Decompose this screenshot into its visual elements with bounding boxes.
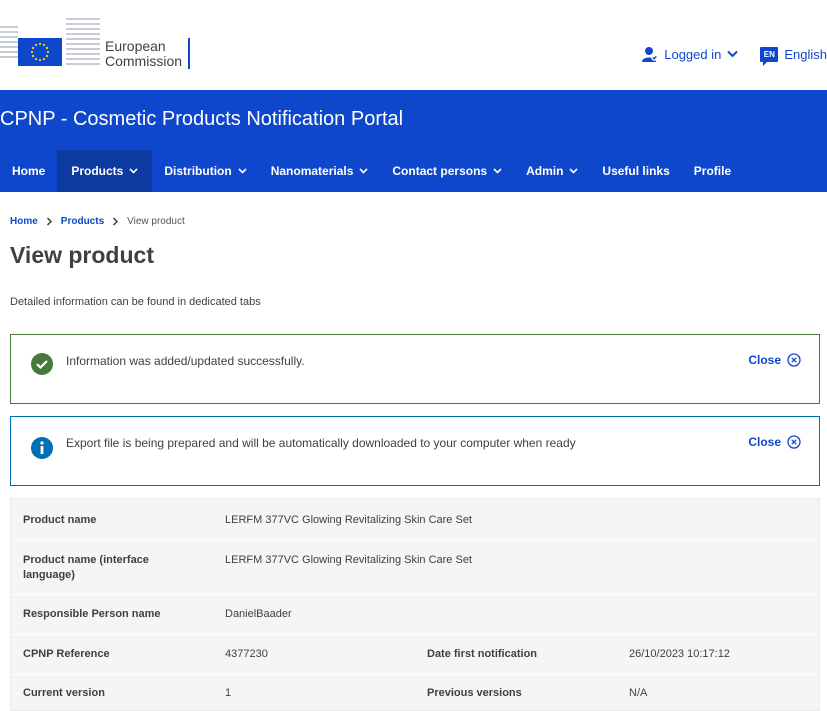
breadcrumb: Home Products View product (10, 216, 185, 227)
current-version-value: 1 (225, 687, 232, 699)
nav-profile[interactable]: Profile (682, 150, 743, 192)
previous-versions-value: N/A (629, 687, 648, 699)
success-close-button[interactable]: Close (748, 353, 801, 367)
chevron-down-icon (359, 168, 368, 174)
chevron-down-icon (727, 50, 739, 58)
main-navigation: Home Products Distribution Nanomaterials… (0, 150, 743, 192)
date-first-notification-value: 26/10/2023 10:17:12 (629, 648, 730, 660)
cpnp-reference-label: CPNP Reference (23, 648, 110, 660)
current-version-label: Current version (23, 687, 105, 699)
logged-in-label: Logged in (664, 46, 722, 62)
chevron-down-icon (493, 168, 502, 174)
page-title: View product (10, 242, 154, 268)
nav-label: Nanomaterials (270, 164, 354, 178)
date-first-notification-label: Date first notification (427, 648, 538, 660)
chevron-down-icon (238, 168, 247, 174)
nav-home[interactable]: Home (0, 150, 57, 192)
logo-building-decoration (66, 18, 100, 70)
cpnp-reference-value: 4377230 (225, 648, 268, 660)
breadcrumb-home[interactable]: Home (10, 216, 38, 227)
breadcrumb-current: View product (127, 216, 185, 227)
nav-products[interactable]: Products (57, 150, 153, 192)
product-name-interface-value: LERFM 377VC Glowing Revitalizing Skin Ca… (225, 554, 472, 566)
nav-label: Admin (526, 164, 564, 178)
user-icon (642, 47, 659, 62)
nav-distribution[interactable]: Distribution (152, 150, 258, 192)
success-message-text: Information was added/updated successful… (66, 354, 305, 368)
previous-versions-label: Previous versions (427, 687, 522, 699)
site-title[interactable]: CPNP - Cosmetic Products Notification Po… (0, 108, 403, 131)
site-header: European Commission Logged in EN English (0, 0, 827, 90)
language-icon: EN (760, 46, 779, 66)
nav-label: Distribution (164, 164, 232, 178)
chevron-down-icon (569, 168, 578, 174)
responsible-person-value: DanielBaader (225, 608, 292, 620)
product-name-interface-label: Product name (interface language) (23, 554, 149, 581)
logo-text: European Commission (105, 39, 182, 69)
logo-line-2: Commission (105, 53, 183, 69)
row-responsible-person: Responsible Person name DanielBaader (11, 594, 819, 634)
close-icon (787, 353, 801, 367)
check-circle-icon (31, 353, 53, 375)
logo-line-1: European (105, 38, 166, 54)
header-tools: Logged in EN English (642, 44, 827, 66)
chevron-right-icon (113, 217, 119, 226)
nav-label: Contact persons (392, 164, 488, 178)
close-label: Close (748, 435, 781, 449)
product-name-value: LERFM 377VC Glowing Revitalizing Skin Ca… (225, 514, 472, 526)
nav-label: Useful links (602, 164, 670, 178)
nav-contact-persons[interactable]: Contact persons (380, 150, 514, 192)
info-close-button[interactable]: Close (748, 435, 801, 449)
logo-divider (188, 38, 190, 69)
product-name-label: Product name (23, 514, 97, 526)
product-details: Product name LERFM 377VC Glowing Revital… (10, 498, 820, 711)
page-description: Detailed information can be found in ded… (10, 296, 261, 308)
nav-nanomaterials[interactable]: Nanomaterials (259, 150, 381, 192)
row-product-name-interface: Product name (interface language) LERFM … (11, 539, 819, 594)
nav-admin[interactable]: Admin (514, 150, 590, 192)
row-product-name: Product name LERFM 377VC Glowing Revital… (11, 499, 819, 539)
row-current-version: Current version 1 Previous versions N/A (11, 674, 819, 711)
info-circle-icon (31, 437, 53, 459)
nav-label: Products (71, 164, 124, 178)
european-commission-logo[interactable]: European Commission (0, 18, 200, 72)
language-selector[interactable]: EN English (760, 46, 827, 66)
site-banner: CPNP - Cosmetic Products Notification Po… (0, 90, 827, 192)
close-label: Close (748, 353, 781, 367)
info-message: Export file is being prepared and will b… (10, 416, 820, 486)
logo-decoration (0, 26, 18, 64)
responsible-person-label: Responsible Person name (23, 608, 161, 620)
success-message: Information was added/updated successful… (10, 334, 820, 404)
breadcrumb-products[interactable]: Products (61, 216, 104, 227)
chevron-right-icon (46, 217, 52, 226)
logged-in-menu[interactable]: Logged in (642, 46, 739, 62)
nav-label: Home (12, 164, 46, 178)
row-cpnp-reference: CPNP Reference 4377230 Date first notifi… (11, 634, 819, 674)
nav-useful-links[interactable]: Useful links (590, 150, 681, 192)
eu-flag-icon (18, 38, 62, 66)
nav-label: Profile (693, 164, 732, 178)
chevron-down-icon (129, 168, 138, 174)
language-label: English (784, 46, 827, 62)
info-message-text: Export file is being prepared and will b… (66, 436, 576, 450)
close-icon (787, 435, 801, 449)
